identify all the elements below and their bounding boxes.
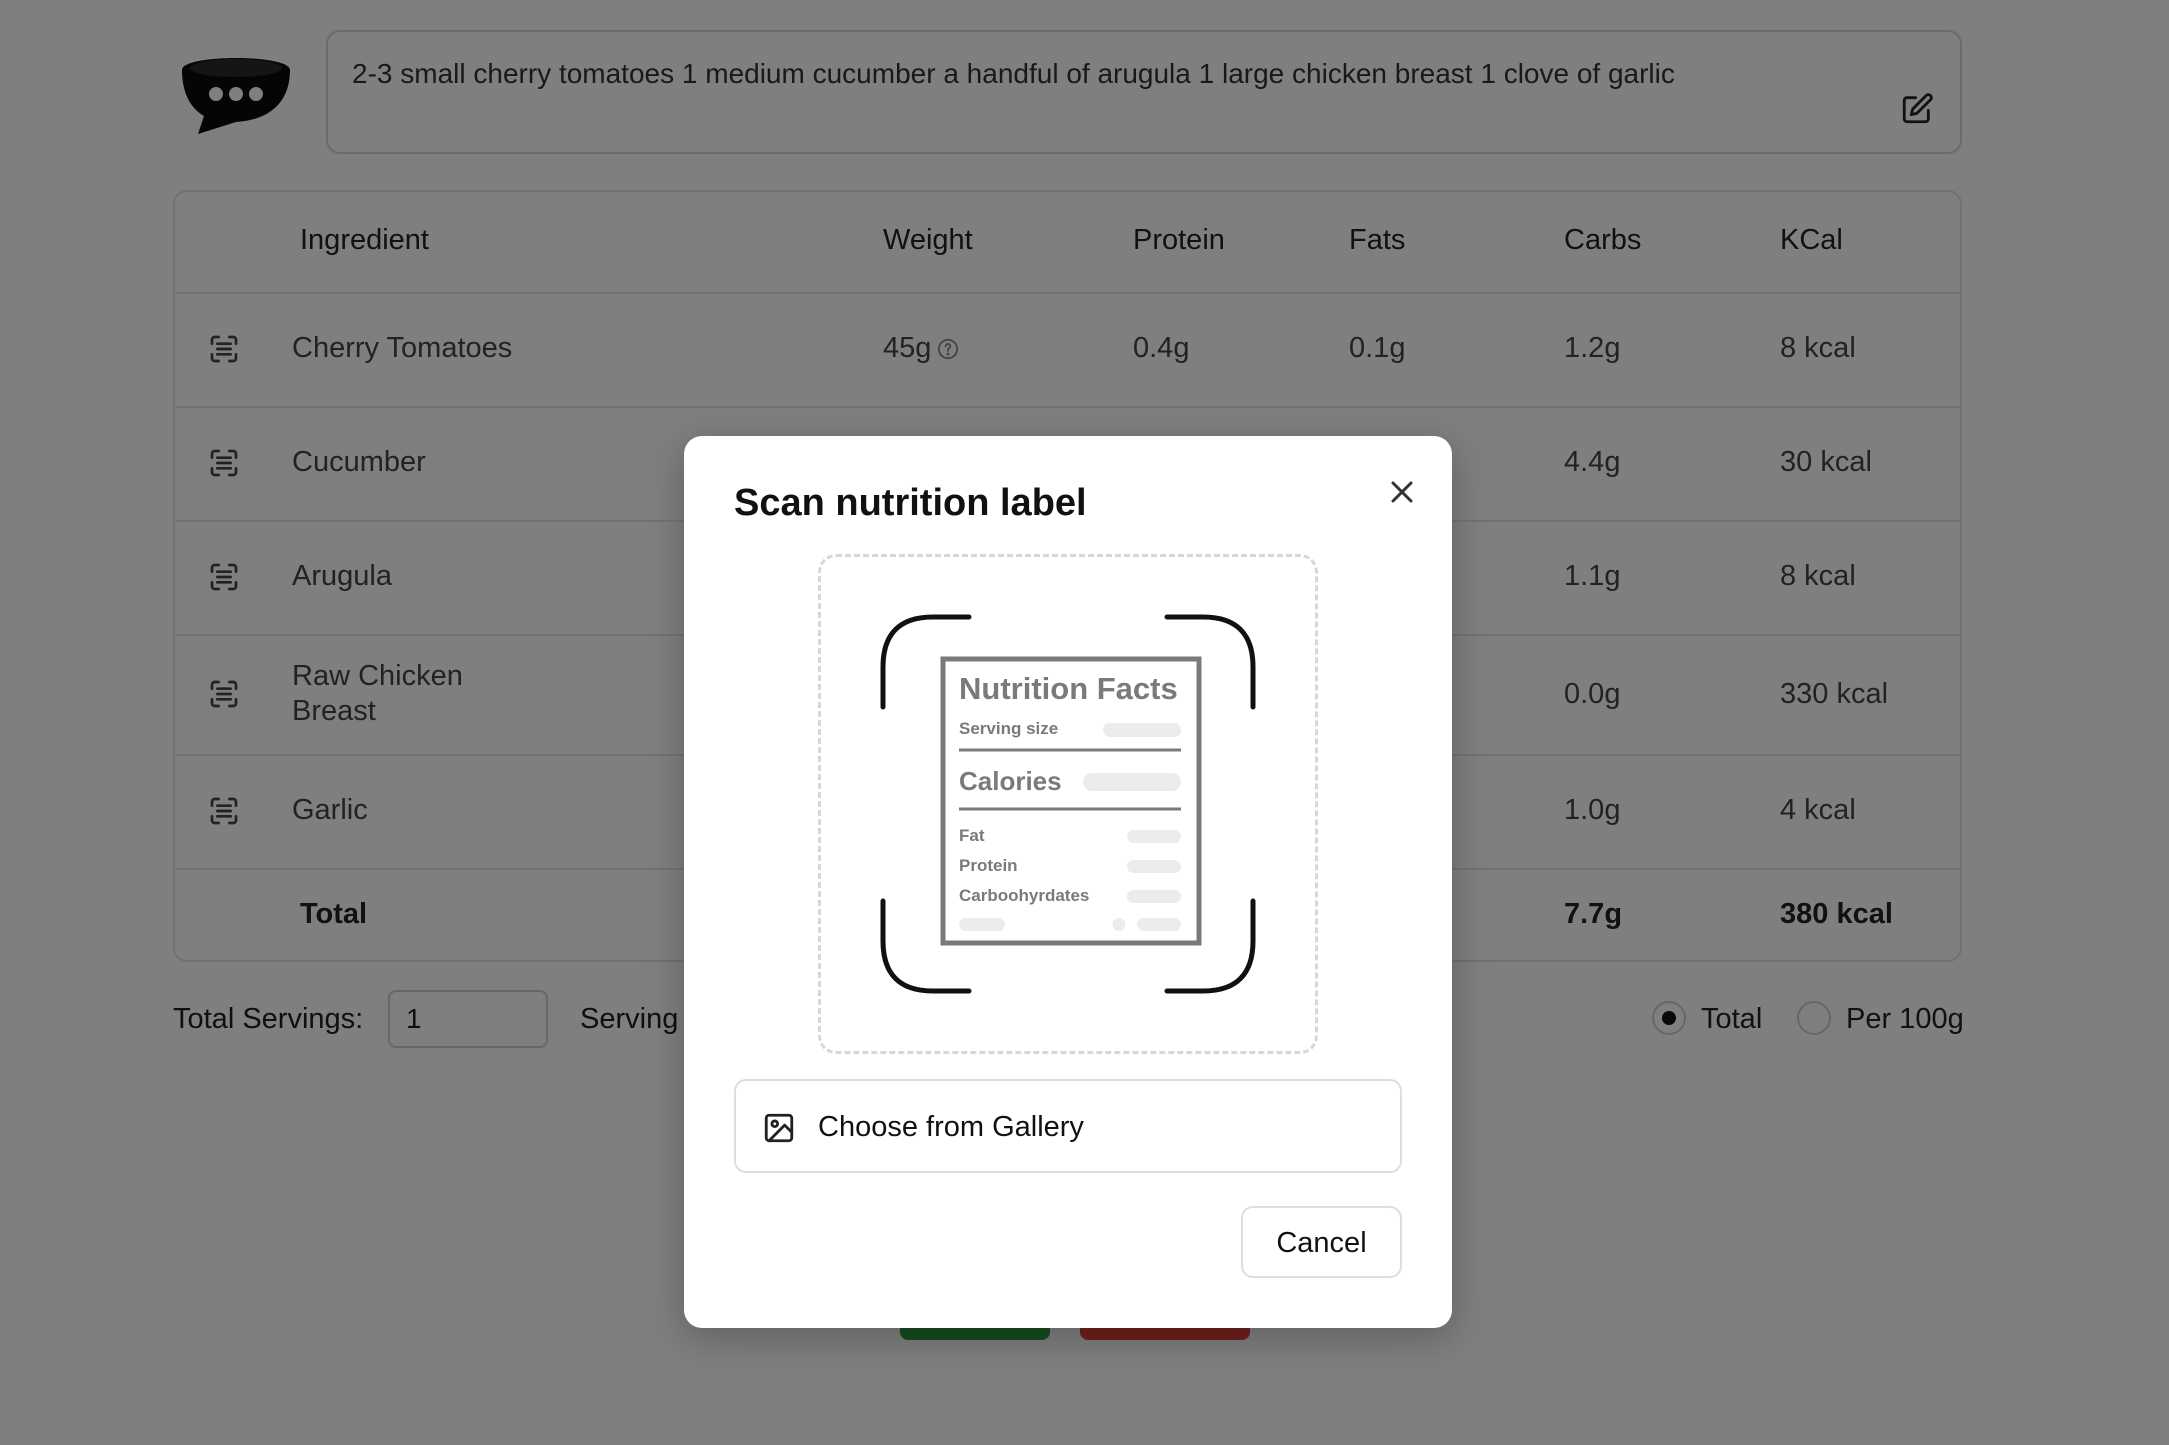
label-fat: Fat — [959, 826, 985, 845]
label-protein: Protein — [959, 856, 1018, 875]
close-icon[interactable] — [1384, 474, 1420, 510]
nutrition-label-scan-illustration: Nutrition Facts Serving size Calories Fa… — [880, 614, 1256, 994]
cancel-button[interactable]: Cancel — [1241, 1206, 1402, 1278]
gallery-button-label: Choose from Gallery — [818, 1111, 1084, 1143]
image-icon — [764, 1113, 794, 1143]
choose-from-gallery-button[interactable]: Choose from Gallery — [734, 1079, 1402, 1173]
page: 2-3 small cherry tomatoes 1 medium cucum… — [0, 0, 2169, 1445]
label-serving-size: Serving size — [959, 719, 1058, 738]
label-heading: Nutrition Facts — [959, 671, 1178, 706]
label-carbs: Carboohyrdates — [959, 886, 1089, 905]
dialog-title: Scan nutrition label — [734, 482, 1087, 524]
cancel-button-label: Cancel — [1276, 1227, 1367, 1259]
label-calories: Calories — [959, 766, 1062, 796]
scan-label-dialog: Scan nutrition label Nutrition Facts Ser… — [684, 436, 1452, 1328]
scan-drop-area[interactable]: Nutrition Facts Serving size Calories Fa… — [818, 554, 1318, 1054]
